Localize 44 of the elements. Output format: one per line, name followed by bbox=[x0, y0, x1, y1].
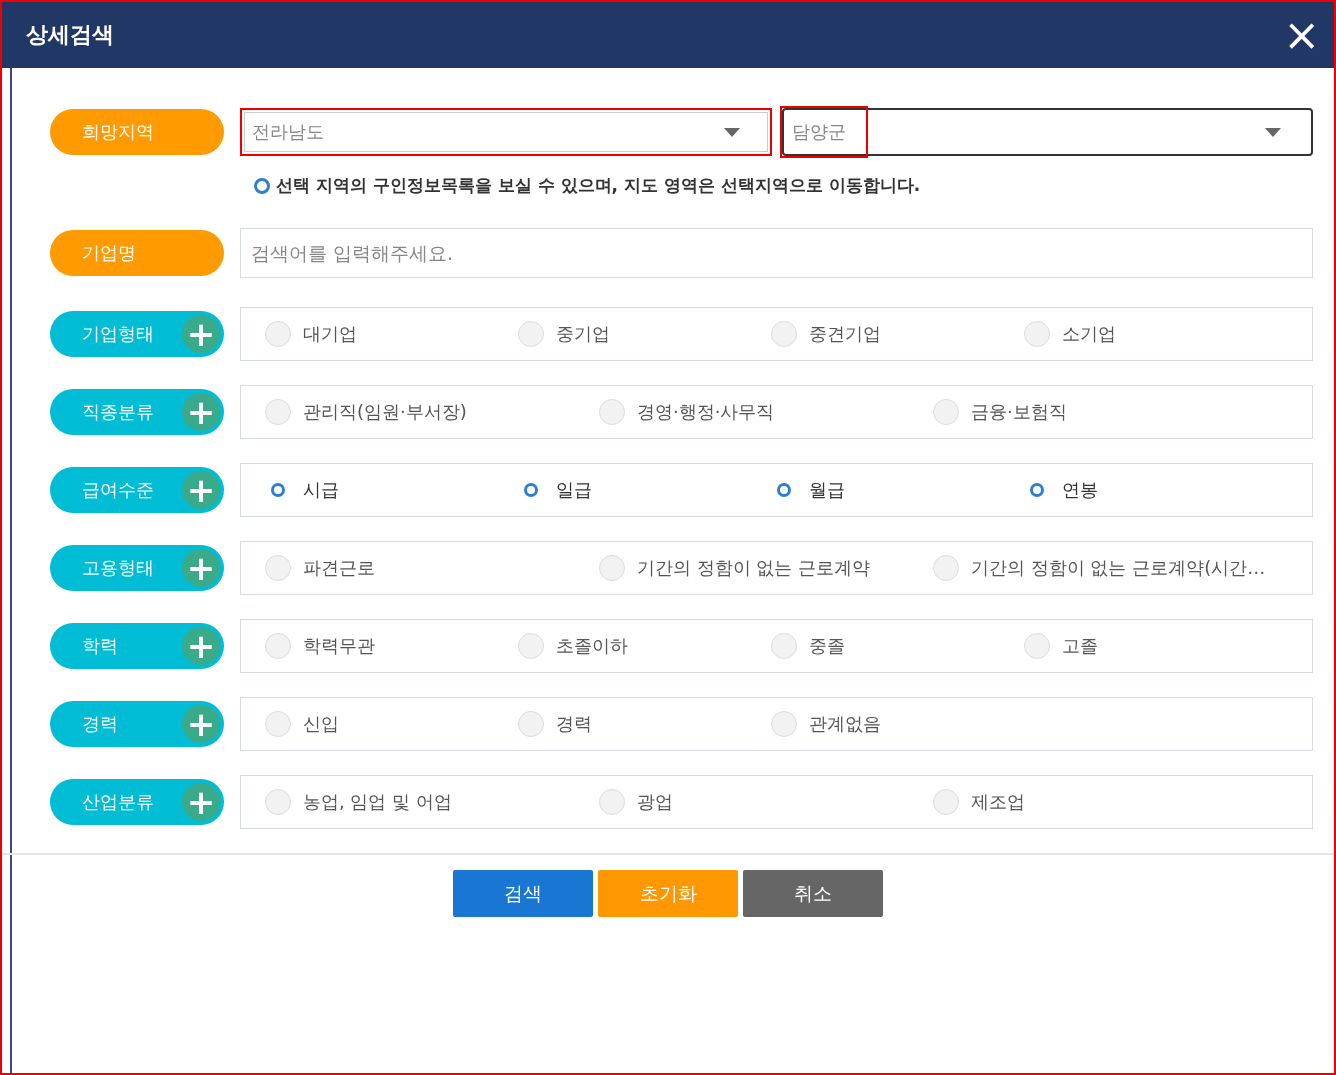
radio-option[interactable]: 중견기업 bbox=[771, 321, 1024, 347]
caret-icon bbox=[1265, 127, 1281, 137]
action-button[interactable]: 검색 bbox=[453, 870, 593, 917]
radio-option[interactable]: 경력 bbox=[518, 711, 771, 737]
region-select[interactable]: 담양군 bbox=[781, 108, 1313, 156]
region-note: 선택 지역의 구인정보목록을 보실 수 있으며, 지도 영역은 선택지역으로 이동합니다. bbox=[276, 174, 921, 197]
plus-icon: + bbox=[182, 705, 220, 743]
radio-option[interactable]: 파견근로 bbox=[265, 555, 599, 581]
radio-option[interactable]: 중졸 bbox=[771, 633, 1024, 659]
radio-option[interactable]: 경영·행정·사무직 bbox=[599, 399, 933, 425]
radio-option[interactable]: 광업 bbox=[599, 789, 933, 815]
plus-icon: + bbox=[182, 627, 220, 665]
plus-icon: + bbox=[182, 549, 220, 587]
radio-option[interactable]: 일급 bbox=[518, 478, 771, 502]
caret-icon bbox=[723, 127, 740, 137]
radio-option[interactable]: 제조업 bbox=[933, 789, 1267, 815]
region-select[interactable]: 전라남도 bbox=[240, 108, 772, 156]
radio-option[interactable]: 관계없음 bbox=[771, 711, 1024, 737]
radio-option[interactable]: 시급 bbox=[265, 478, 518, 502]
filter-label: 기업명 bbox=[50, 230, 224, 276]
radio-option[interactable]: 관리직(임원·부서장) bbox=[265, 399, 599, 425]
plus-icon: + bbox=[182, 393, 220, 431]
radio-option[interactable]: 중기업 bbox=[518, 321, 771, 347]
radio-option[interactable]: 고졸 bbox=[1024, 633, 1277, 659]
action-button[interactable]: 취소 bbox=[743, 870, 883, 917]
radio-option[interactable]: 신입 bbox=[265, 711, 518, 737]
filter-label: 희망지역 bbox=[50, 109, 224, 155]
radio-option[interactable]: 학력무관 bbox=[265, 633, 518, 659]
bullet-icon bbox=[254, 177, 270, 194]
radio-option[interactable]: 대기업 bbox=[265, 321, 518, 347]
plus-icon: + bbox=[182, 783, 220, 821]
radio-option[interactable]: 기간의 정함이 없는 근로계약(시간… bbox=[933, 555, 1267, 581]
radio-option[interactable]: 초졸이하 bbox=[518, 633, 771, 659]
company-name-field[interactable]: 검색어를 입력해주세요. bbox=[240, 228, 1313, 278]
close-button[interactable]: × bbox=[1279, 13, 1324, 57]
radio-option[interactable]: 기간의 정함이 없는 근로계약 bbox=[599, 555, 933, 581]
plus-icon: + bbox=[182, 471, 220, 509]
plus-icon: + bbox=[182, 315, 220, 353]
radio-option[interactable]: 농업, 임업 및 어업 bbox=[265, 789, 599, 815]
radio-option[interactable]: 소기업 bbox=[1024, 321, 1277, 347]
dialog-title: 상세검색 bbox=[26, 21, 114, 49]
radio-option[interactable]: 월급 bbox=[771, 478, 1024, 502]
radio-option[interactable]: 금융·보험직 bbox=[933, 399, 1267, 425]
radio-option[interactable]: 연봉 bbox=[1024, 478, 1277, 502]
